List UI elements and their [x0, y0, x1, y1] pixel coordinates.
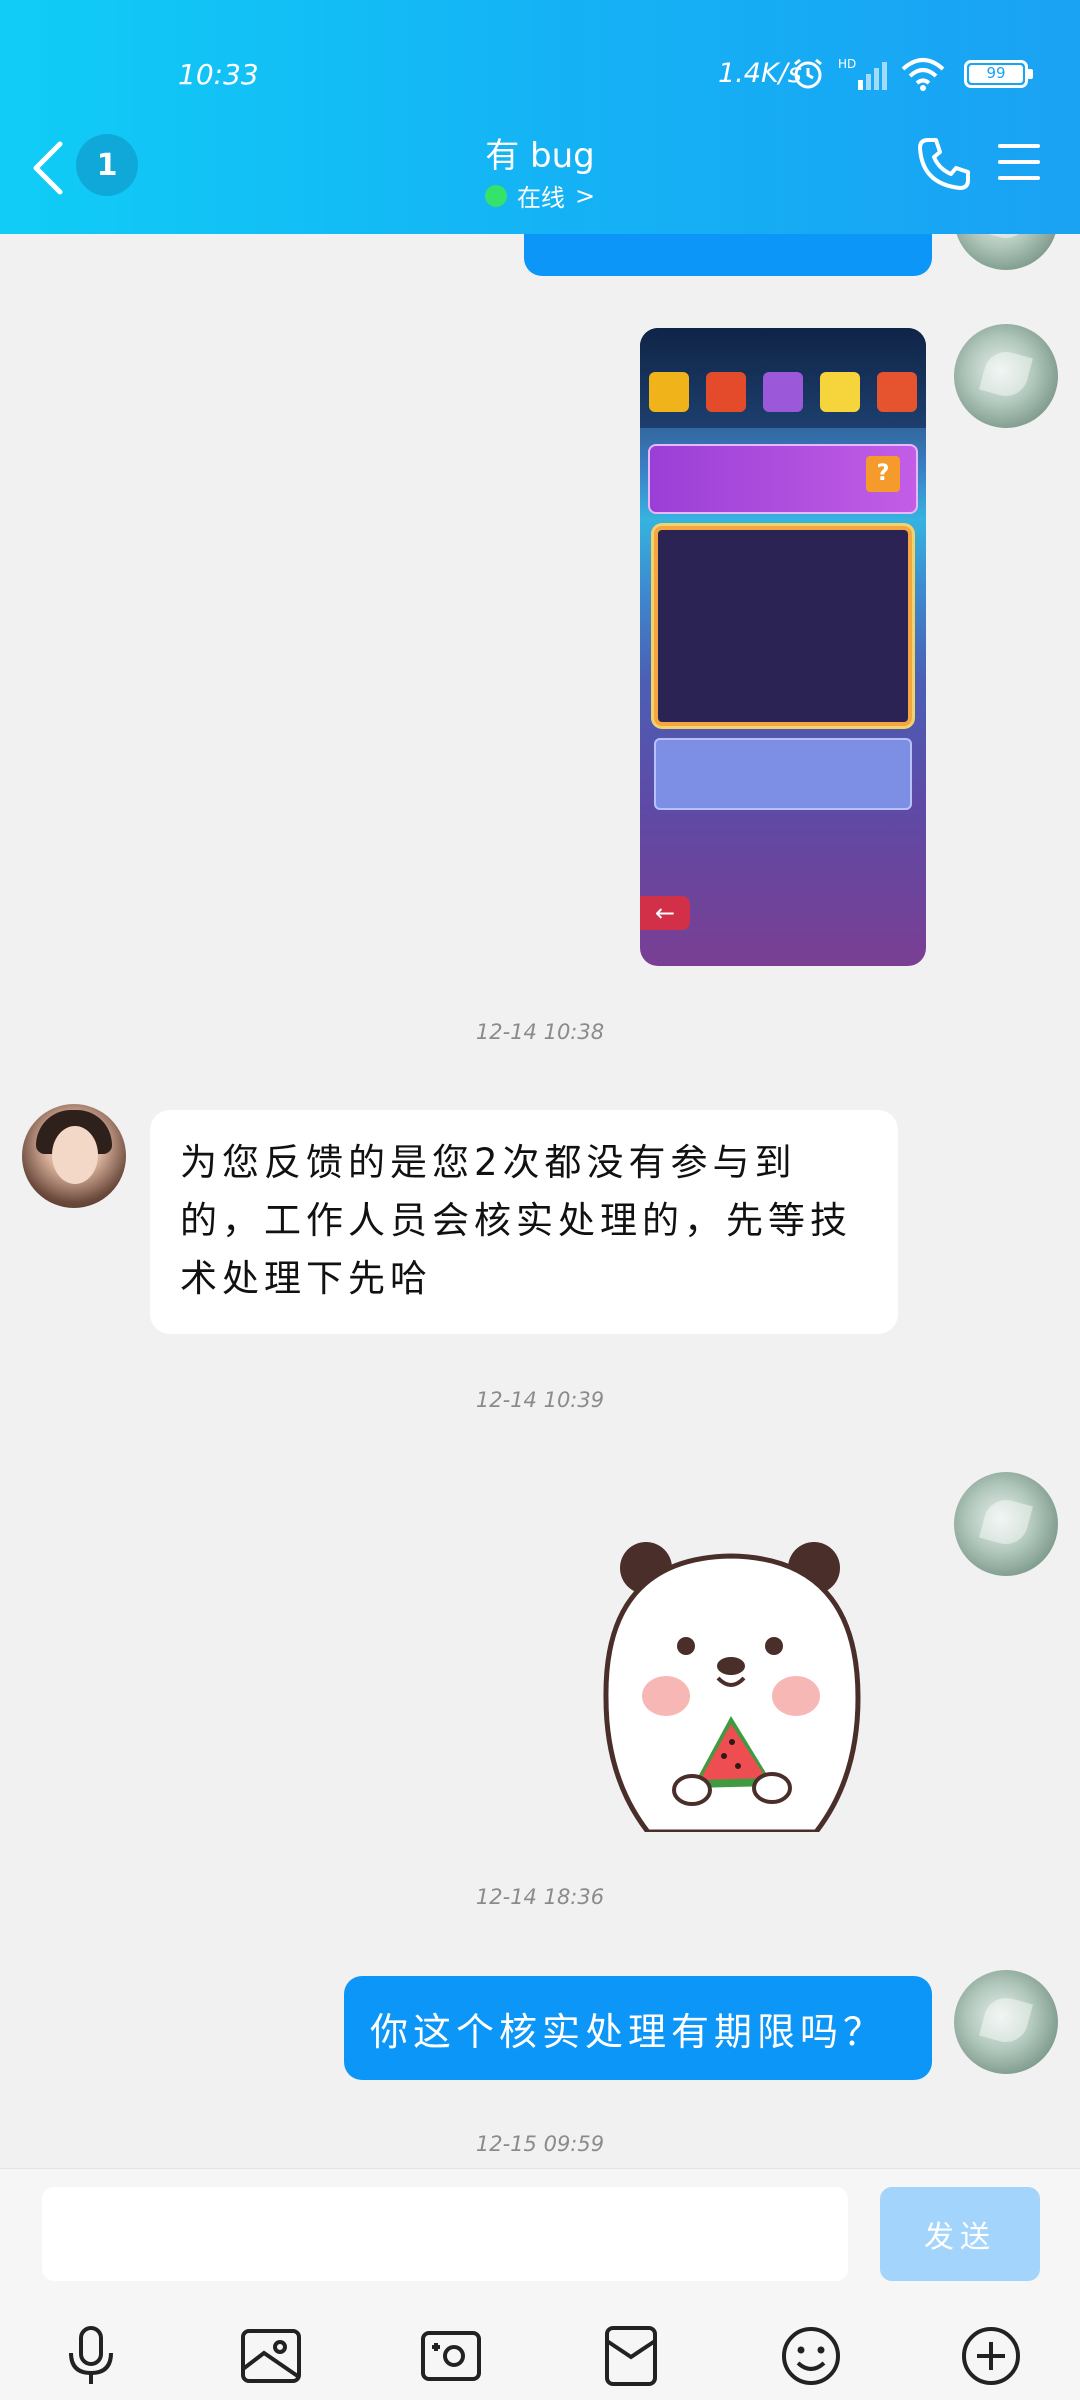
plus-icon [962, 2327, 1020, 2385]
status-time: 10:33 [178, 58, 259, 91]
status-icons: HD 99 [790, 56, 1033, 92]
game-screenshot-image[interactable]: ? ← [640, 328, 926, 966]
image-icon [241, 2329, 301, 2383]
battery-icon: 99 [964, 60, 1033, 88]
online-dot-icon [484, 184, 507, 207]
signal-icon: HD [838, 57, 887, 90]
timestamp: 12-14 10:39 [475, 1388, 605, 1412]
agent-avatar[interactable] [22, 1104, 126, 1208]
emoji-icon [782, 2327, 840, 2385]
red-packet-icon [605, 2326, 657, 2386]
camera-button[interactable] [418, 2323, 484, 2389]
my-avatar[interactable] [954, 1472, 1058, 1576]
phone-call-button[interactable] [914, 134, 974, 194]
send-button[interactable]: 发送 [880, 2187, 1040, 2281]
signal-hd-label: HD [838, 57, 856, 71]
camera-icon [421, 2331, 481, 2381]
chat-screen: 10:33 1.4K/s HD 99 1 有 bug 在线 > ? ← 12-1… [0, 0, 1080, 2400]
timestamp: 12-14 18:36 [475, 1885, 605, 1909]
my-avatar[interactable] [954, 324, 1058, 428]
my-avatar[interactable] [954, 1970, 1058, 2074]
alarm-icon [794, 58, 822, 89]
input-area: 发送 [0, 2168, 1080, 2400]
voice-button[interactable] [58, 2323, 124, 2389]
presence-chevron: > [574, 181, 596, 210]
photo-album-button[interactable] [238, 2323, 304, 2389]
menu-icon [998, 144, 1040, 180]
input-toolbar [0, 2309, 1080, 2400]
timestamp: 12-14 10:38 [475, 1020, 605, 1044]
message-input[interactable] [42, 2187, 848, 2281]
more-features-button[interactable] [958, 2323, 1024, 2389]
more-menu-button[interactable] [996, 140, 1042, 184]
phone-icon [918, 138, 970, 190]
microphone-icon [69, 2326, 113, 2384]
chat-header: 10:33 1.4K/s HD 99 1 有 bug 在线 > [0, 0, 1080, 234]
my-message-bubble[interactable]: 你这个核实处理有期限吗？ [344, 1976, 932, 2080]
agent-message-text: 为您反馈的是您2次都没有参与到的，工作人员会核实处理的，先等技术处理下先哈 [180, 1141, 852, 1300]
emoji-button[interactable] [778, 2323, 844, 2389]
presence-label: 在线 [516, 184, 565, 212]
battery-level: 99 [986, 64, 1006, 82]
my-message-text: 你这个核实处理有期限吗？ [370, 2009, 887, 2054]
agent-message-bubble[interactable]: 为您反馈的是您2次都没有参与到的，工作人员会核实处理的，先等技术处理下先哈 [150, 1110, 898, 1334]
wifi-icon [901, 58, 945, 91]
panda-sticker-image[interactable] [596, 1528, 866, 1832]
timestamp: 12-15 09:59 [475, 2132, 605, 2156]
red-packet-button[interactable] [598, 2323, 664, 2389]
